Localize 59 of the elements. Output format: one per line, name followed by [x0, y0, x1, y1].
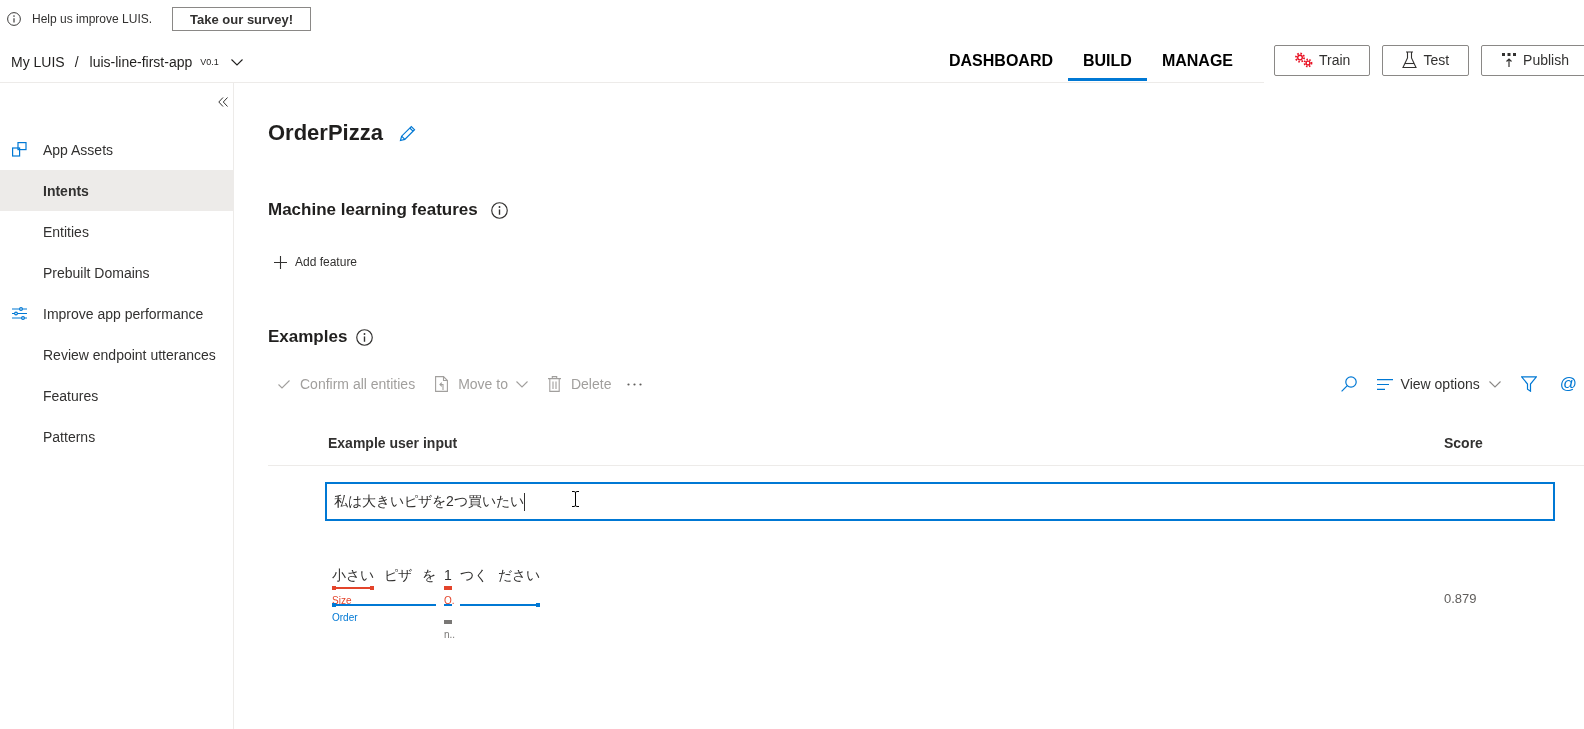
score-cell-text: 0.879 [1444, 592, 1477, 608]
sidebar-item[interactable]: Patterns [0, 416, 233, 457]
nav-tab[interactable]: DASHBOARD [934, 38, 1068, 81]
sidebar-item[interactable]: Improve app performance [0, 293, 233, 334]
pencil-icon[interactable] [398, 124, 416, 142]
column-header: Example user input [328, 434, 458, 451]
add-feature-button[interactable]: Add feature [268, 246, 364, 278]
info-icon[interactable] [7, 12, 21, 26]
section-heading: Machine learning features [268, 200, 478, 220]
search-icon[interactable] [1340, 376, 1357, 392]
nav-tab[interactable]: BUILD [1068, 38, 1147, 81]
publish-button[interactable]: Publish [1481, 44, 1584, 76]
section-heading: Examples [268, 327, 348, 347]
upload-icon [1501, 52, 1518, 68]
filter-icon[interactable] [1520, 376, 1537, 392]
sidebar-item[interactable]: Prebuilt Domains [0, 252, 233, 293]
breadcrumb-separator: / [74, 54, 79, 70]
sliders-icon [12, 307, 27, 320]
trash-icon [547, 376, 561, 392]
check-icon [278, 379, 290, 389]
utterance-token: ださい [498, 566, 540, 585]
example-input[interactable]: 私は大きいピザを2つ買いたい [325, 482, 1555, 521]
utterance-token: ピザ [384, 566, 412, 585]
plus-icon [274, 255, 287, 269]
utterance-token: 小さい [332, 566, 374, 585]
banner-message: Help us improve LUIS. [32, 12, 153, 26]
sidebar-item[interactable]: App Assets [0, 129, 233, 170]
entity-label[interactable]: Size [332, 595, 352, 606]
train-button[interactable]: Train [1274, 44, 1371, 76]
sidebar-item[interactable]: Intents [0, 170, 233, 211]
test-button[interactable]: Test [1382, 44, 1470, 76]
sidebar-item[interactable]: Review endpoint utterances [0, 334, 233, 375]
entity-label[interactable]: Order [332, 612, 358, 623]
breadcrumb-link[interactable]: My LUIS [11, 54, 65, 70]
column-header: Score [1444, 434, 1483, 451]
caret-icon[interactable] [230, 58, 243, 66]
flask-icon [1402, 51, 1418, 69]
info-icon[interactable] [490, 201, 508, 219]
collapse-icon[interactable] [218, 97, 228, 107]
feature-label[interactable]: n.. [444, 629, 456, 640]
sidebar-item[interactable]: Features [0, 375, 233, 416]
assets-icon [12, 142, 27, 157]
nav-tab[interactable]: MANAGE [1146, 38, 1248, 81]
gears-icon [1294, 52, 1313, 68]
info-icon[interactable] [356, 328, 374, 346]
text-cursor-icon [572, 491, 579, 507]
utterance-token: つく [460, 566, 488, 585]
file-arrow-icon [435, 376, 449, 392]
intent-title: OrderPizza [268, 120, 383, 146]
view-options-button[interactable]: View options [1376, 364, 1501, 404]
version-label: V0.1 [200, 57, 219, 67]
more-icon[interactable] [627, 382, 643, 386]
utterance-token: 1 [444, 566, 452, 585]
app-name[interactable]: luis-line-first-app [89, 54, 193, 70]
survey-button[interactable]: Take our survey! [172, 7, 312, 31]
utterance-token: を [422, 566, 436, 585]
lines-icon [1376, 378, 1393, 390]
sidebar-item[interactable]: Entities [0, 211, 233, 252]
mention-button[interactable]: @ [1559, 374, 1577, 394]
